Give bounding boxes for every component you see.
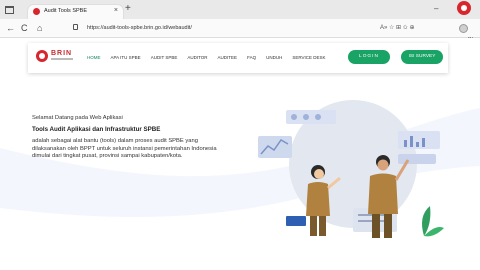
welcome-text: Selamat Datang pada Web Aplikasi — [32, 115, 123, 121]
tab-favicon-icon — [33, 8, 40, 15]
brand-name: BRIN — [51, 50, 73, 57]
back-icon[interactable]: ← — [6, 22, 15, 34]
survey-button[interactable]: ISI SURVEY — [401, 50, 443, 64]
hero-title: Tools Audit Aplikasi dan Infrastruktur S… — [32, 126, 161, 133]
new-tab-button[interactable]: + — [125, 3, 131, 15]
menu-item-apa-itu-spbe[interactable]: APA ITU SPBE — [111, 55, 141, 61]
browser-tab[interactable]: Audit Tools SPBE × — [28, 5, 123, 19]
chart-card — [258, 136, 292, 158]
web-page: BRIN HOME APA ITU SPBE AUDIT SPBE AUDITO… — [0, 38, 480, 270]
reload-icon[interactable]: C — [21, 22, 28, 34]
address-bar-row: ← C ⌂ https://audit-tools-spbe.brin.go.i… — [0, 19, 480, 43]
url-field[interactable]: https://audit-tools-spbe.brin.go.id/weba… — [67, 22, 367, 34]
lock-icon — [73, 24, 78, 30]
menu-item-auditor[interactable]: AUDITOR — [187, 55, 207, 61]
profile-avatar-icon[interactable] — [459, 24, 468, 33]
menu-item-unduh[interactable]: UNDUH — [266, 55, 282, 61]
brin-logo-mark-icon — [36, 50, 48, 62]
hero-description: adalah sebagai alat bantu (tools) dalam … — [32, 138, 217, 159]
brin-logo-icon — [457, 1, 471, 15]
browser-toolbar-icons[interactable]: A» ☆ ⊞ ✩ ⊕ — [380, 24, 414, 33]
menu-item-home[interactable]: HOME — [87, 55, 101, 61]
window-menu-icon[interactable] — [5, 6, 14, 14]
menu-item-auditee[interactable]: AUDITEE — [218, 55, 238, 61]
login-button[interactable]: LOGIN — [348, 50, 390, 64]
brand-subtitle-line — [51, 58, 73, 60]
menu-item-faq[interactable]: FAQ — [247, 55, 256, 61]
main-menu: HOME APA ITU SPBE AUDIT SPBE AUDITOR AUD… — [87, 55, 336, 61]
tab-close-icon[interactable]: × — [114, 6, 118, 16]
minimize-button[interactable]: – — [434, 4, 438, 14]
list-card — [398, 154, 436, 164]
hero-text: Selamat Datang pada Web Aplikasi Tools A… — [32, 114, 242, 161]
tab-title: Audit Tools SPBE — [44, 8, 88, 14]
menu-item-audit-spbe[interactable]: AUDIT SPBE — [151, 55, 178, 61]
menu-item-service-desk[interactable]: SERVICE DESK — [292, 55, 325, 61]
url-text: https://audit-tools-spbe.brin.go.id/weba… — [87, 25, 192, 31]
laptop — [286, 216, 306, 226]
site-navbar: BRIN HOME APA ITU SPBE AUDIT SPBE AUDITO… — [28, 43, 448, 73]
home-icon[interactable]: ⌂ — [37, 22, 42, 34]
hero-illustration — [258, 100, 444, 238]
brin-brand[interactable]: BRIN — [36, 49, 74, 67]
tab-strip: Audit Tools SPBE × + – — [0, 0, 480, 19]
